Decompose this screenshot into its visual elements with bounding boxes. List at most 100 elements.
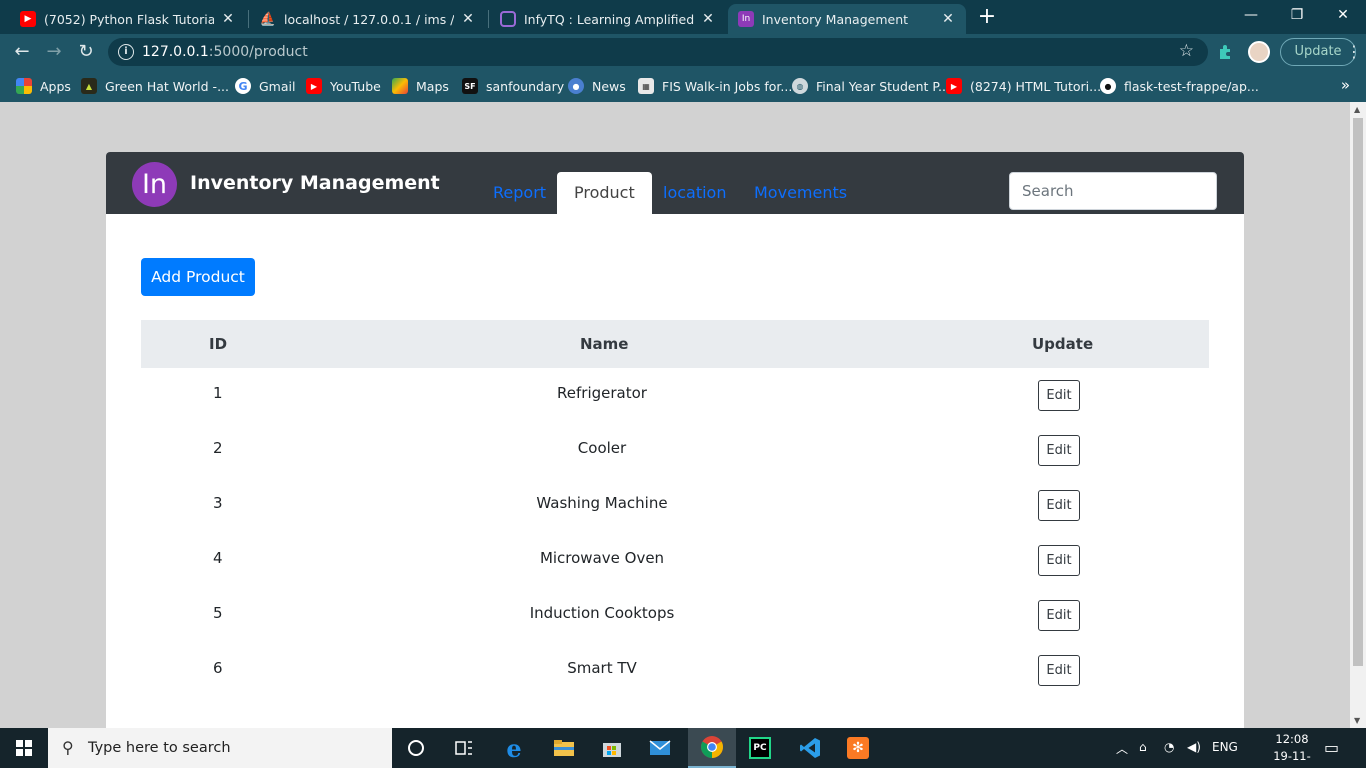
scroll-down-arrow-icon[interactable]: ▼ xyxy=(1354,716,1360,725)
vscode-button[interactable] xyxy=(786,728,834,768)
new-tab-button[interactable]: + xyxy=(976,4,998,30)
close-window-button[interactable]: ✕ xyxy=(1320,0,1366,30)
header-update: Update xyxy=(1032,335,1094,353)
page-scrollbar[interactable]: ▲ ▼ xyxy=(1350,102,1366,728)
url-text: 127.0.0.1:5000/product xyxy=(142,44,308,60)
volume-icon[interactable]: ◀) xyxy=(1187,740,1201,754)
restore-button[interactable]: ❐ xyxy=(1274,0,1320,30)
notifications-icon[interactable]: ▭ xyxy=(1324,738,1339,757)
edit-button[interactable]: Edit xyxy=(1038,600,1080,631)
bookmark-flask-test[interactable]: ● flask-test-frappe/ap... xyxy=(1100,77,1259,95)
tab-title: (7052) Python Flask Tutorial for B xyxy=(44,11,214,27)
start-button[interactable] xyxy=(0,728,48,768)
folder-icon xyxy=(554,740,574,756)
inventory-card: In Inventory Management Report Product l… xyxy=(106,152,1244,728)
edit-button[interactable]: Edit xyxy=(1038,490,1080,521)
bookmark-maps[interactable]: Maps xyxy=(392,77,449,95)
cell-id: 1 xyxy=(213,384,223,402)
wifi-icon[interactable]: ◔ xyxy=(1164,740,1174,754)
bookmark-html-tutorial[interactable]: ▶ (8274) HTML Tutori... xyxy=(946,77,1101,95)
header-id: ID xyxy=(209,335,228,353)
chevron-up-icon[interactable]: ︿ xyxy=(1116,740,1128,757)
update-button[interactable]: Update xyxy=(1280,38,1356,66)
nav-location[interactable]: location xyxy=(646,172,743,214)
add-product-button[interactable]: Add Product xyxy=(141,258,255,296)
bookmark-gmail[interactable]: G Gmail xyxy=(235,77,295,95)
browser-tab-strip: ▶ (7052) Python Flask Tutorial for B ✕ ⛵… xyxy=(0,0,1366,34)
bookmark-label: Green Hat World -... xyxy=(105,78,229,94)
nav-movements[interactable]: Movements xyxy=(737,172,864,214)
mail-button[interactable] xyxy=(636,728,684,768)
file-explorer-button[interactable] xyxy=(540,728,588,768)
bookmark-youtube[interactable]: ▶ YouTube xyxy=(306,77,381,95)
xampp-button[interactable]: ✻ xyxy=(834,728,882,768)
bookmark-apps[interactable]: Apps xyxy=(16,77,71,95)
bookmark-sanfoundary[interactable]: SF sanfoundary xyxy=(462,77,564,95)
inventory-icon: In xyxy=(738,11,754,27)
url-path: :5000/product xyxy=(208,44,308,60)
search-input[interactable] xyxy=(1009,172,1217,210)
youtube-icon: ▶ xyxy=(306,78,322,94)
app-brand[interactable]: Inventory Management xyxy=(190,172,440,194)
youtube-icon: ▶ xyxy=(946,78,962,94)
cell-id: 5 xyxy=(213,604,223,622)
minimize-button[interactable]: — xyxy=(1228,0,1274,30)
cell-name: Microwave Oven xyxy=(539,549,665,567)
app-logo[interactable]: In xyxy=(132,162,177,207)
cell-id: 3 xyxy=(213,494,223,512)
close-icon[interactable]: ✕ xyxy=(940,11,956,27)
nav-product[interactable]: Product xyxy=(557,172,652,214)
table-row: 5 Induction Cooktops Edit xyxy=(141,588,1209,643)
news-icon: ● xyxy=(568,78,584,94)
task-view-button[interactable] xyxy=(440,728,488,768)
info-icon[interactable]: i xyxy=(118,44,134,60)
edit-button[interactable]: Edit xyxy=(1038,655,1080,686)
browser-tab-infytq[interactable]: InfyTQ : Learning Amplified ✕ xyxy=(490,4,726,34)
bookmark-news[interactable]: ● News xyxy=(568,77,626,95)
chevron-double-right-icon[interactable]: » xyxy=(1341,76,1350,94)
avatar[interactable] xyxy=(1248,41,1270,63)
cell-name: Washing Machine xyxy=(536,494,668,512)
scroll-up-arrow-icon[interactable]: ▲ xyxy=(1354,105,1360,114)
youtube-icon: ▶ xyxy=(20,11,36,27)
close-icon[interactable]: ✕ xyxy=(700,11,716,27)
taskbar-clock[interactable]: 12:08 19-11-2020 xyxy=(1262,731,1322,768)
cell-name: Cooler xyxy=(577,439,627,457)
bookmark-star-icon[interactable]: ☆ xyxy=(1179,41,1194,61)
edge-button[interactable]: e xyxy=(490,728,538,768)
close-icon[interactable]: ✕ xyxy=(220,11,236,27)
github-icon: ● xyxy=(1100,78,1116,94)
browser-tab-youtube[interactable]: ▶ (7052) Python Flask Tutorial for B ✕ xyxy=(10,4,246,34)
bookmark-fis-jobs[interactable]: ▦ FIS Walk-in Jobs for... xyxy=(638,77,792,95)
cell-name: Induction Cooktops xyxy=(529,604,675,622)
nav-report[interactable]: Report xyxy=(476,172,563,214)
edit-button[interactable]: Edit xyxy=(1038,380,1080,411)
apps-grid-icon xyxy=(16,78,32,94)
chrome-button[interactable] xyxy=(688,728,736,768)
extensions-puzzle-icon[interactable] xyxy=(1216,42,1236,62)
clock-time: 12:08 xyxy=(1275,732,1309,746)
bookmark-label: Maps xyxy=(416,78,449,94)
taskbar-search-box[interactable]: ⚲ Type here to search xyxy=(48,728,392,768)
browser-tab-phpmyadmin[interactable]: ⛵ localhost / 127.0.0.1 / ims / produ ✕ xyxy=(250,4,486,34)
bookmark-green-hat[interactable]: ▲ Green Hat World -... xyxy=(81,77,229,95)
network-icon[interactable]: ⌂ xyxy=(1139,740,1147,754)
bookmark-label: Apps xyxy=(40,78,71,94)
menu-dots-icon[interactable]: ⋮ xyxy=(1346,40,1362,64)
language-indicator[interactable]: ENG xyxy=(1212,740,1238,754)
cortana-button[interactable] xyxy=(392,728,440,768)
pycharm-button[interactable]: PC xyxy=(736,728,784,768)
address-bar[interactable]: i 127.0.0.1:5000/product ☆ xyxy=(108,38,1208,66)
bookmark-final-year[interactable]: ◍ Final Year Student P... xyxy=(792,77,950,95)
store-button[interactable] xyxy=(588,728,636,768)
close-icon[interactable]: ✕ xyxy=(460,11,476,27)
back-arrow-icon[interactable]: ← xyxy=(10,40,34,64)
browser-tab-inventory[interactable]: In Inventory Management ✕ xyxy=(728,4,966,34)
table-row: 6 Smart TV Edit xyxy=(141,643,1209,698)
forward-arrow-icon[interactable]: → xyxy=(42,40,66,64)
edit-button[interactable]: Edit xyxy=(1038,435,1080,466)
scrollbar-thumb[interactable] xyxy=(1353,118,1363,666)
edit-button[interactable]: Edit xyxy=(1038,545,1080,576)
mail-envelope-icon xyxy=(649,740,671,755)
reload-icon[interactable]: ↻ xyxy=(74,40,98,64)
